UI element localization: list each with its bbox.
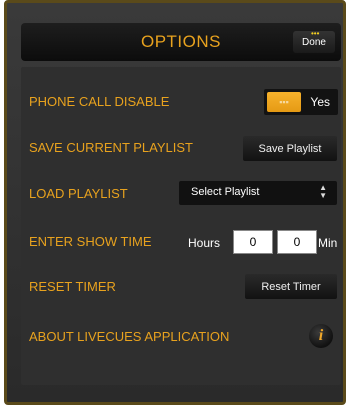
show-time-label: ENTER SHOW TIME — [29, 234, 152, 249]
updown-arrows-icon: ▲ ▼ — [319, 183, 327, 200]
playlist-select-value: Select Playlist — [191, 186, 260, 198]
done-label: Done — [302, 36, 326, 48]
hours-input[interactable]: 0 — [233, 230, 273, 254]
phone-call-disable-toggle[interactable]: ▪▪▪ Yes — [264, 89, 338, 115]
load-playlist-label: LOAD PLAYLIST — [29, 186, 128, 201]
min-label: Min — [318, 236, 338, 250]
phone-call-disable-label: PHONE CALL DISABLE — [29, 94, 170, 109]
toggle-knob[interactable]: ▪▪▪ — [267, 92, 301, 112]
done-button[interactable]: ••• Done — [293, 29, 335, 53]
save-playlist-button[interactable]: Save Playlist — [243, 136, 337, 161]
playlist-select[interactable]: Select Playlist ▲ ▼ — [179, 181, 337, 205]
toggle-value: Yes — [310, 95, 330, 109]
about-label: ABOUT LIVECUES APPLICATION — [29, 329, 230, 344]
info-icon[interactable]: i — [309, 324, 333, 348]
hours-label: Hours — [188, 236, 221, 250]
options-header: OPTIONS ••• Done — [21, 23, 341, 61]
reset-timer-button[interactable]: Reset Timer — [245, 274, 337, 299]
sparkle-icon: ••• — [311, 29, 320, 38]
minutes-input[interactable]: 0 — [277, 230, 317, 254]
save-playlist-label: SAVE CURRENT PLAYLIST — [29, 140, 193, 155]
reset-timer-label: RESET TIMER — [29, 279, 116, 294]
options-panel: PHONE CALL DISABLE ▪▪▪ Yes SAVE CURRENT … — [21, 67, 341, 385]
options-window: OPTIONS ••• Done PHONE CALL DISABLE ▪▪▪ … — [4, 0, 346, 405]
